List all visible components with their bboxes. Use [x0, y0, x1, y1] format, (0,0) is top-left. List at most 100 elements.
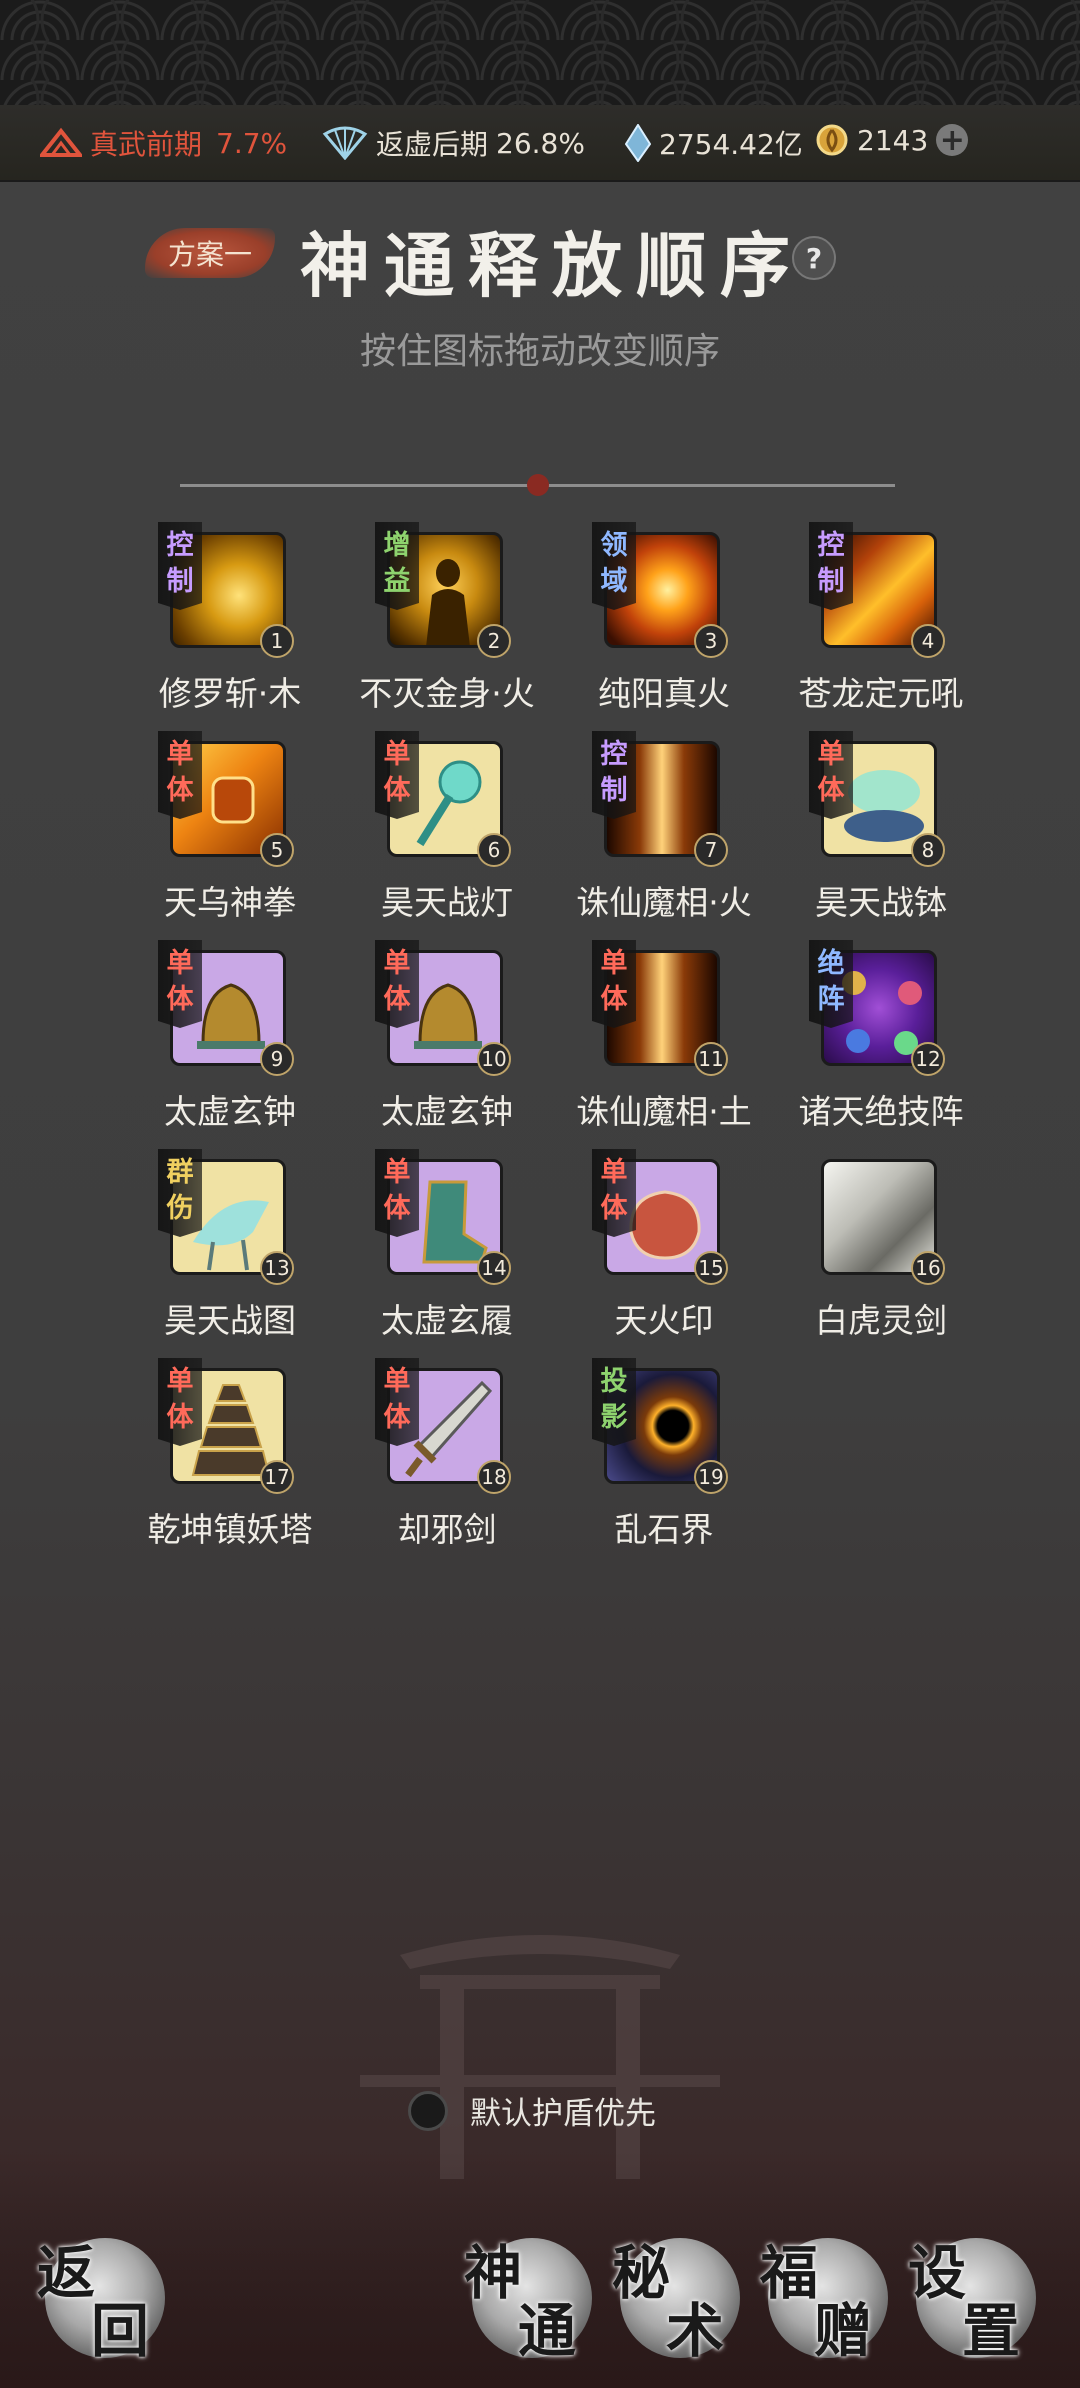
- skill-slot-11[interactable]: 单体 11 诛仙魔相·土: [554, 940, 754, 1140]
- spirit-stone-amount: 2754.42亿: [659, 128, 803, 161]
- skill-slot-1[interactable]: 控制 1 修罗斩·木: [120, 522, 320, 722]
- skill-type-tag: 单体: [158, 940, 202, 1028]
- skill-name: 却邪剑: [397, 1510, 497, 1549]
- skill-type-tag: 绝阵: [809, 940, 853, 1028]
- skill-type-tag: 控制: [809, 522, 853, 610]
- skill-slot-19[interactable]: 投影 19 乱石界: [554, 1358, 754, 1558]
- skill-order-badge: 19: [694, 1460, 728, 1494]
- skill-order-badge: 11: [694, 1042, 728, 1076]
- skill-order-badge: 14: [477, 1251, 511, 1285]
- skill-type-tag: 单体: [158, 731, 202, 819]
- skill-name: 太虚玄钟: [381, 1092, 513, 1131]
- skill-type-tag: 单体: [375, 731, 419, 819]
- skill-order-badge: 17: [260, 1460, 294, 1494]
- skill-slot-18[interactable]: 单体 18 却邪剑: [337, 1358, 537, 1558]
- settings-button[interactable]: 设 置: [908, 2238, 1036, 2365]
- back-button[interactable]: 返 回: [37, 2238, 165, 2365]
- skill-name: 修罗斩·木: [158, 674, 302, 713]
- skill-name: 乾坤镇妖塔: [147, 1510, 313, 1549]
- skill-slot-5[interactable]: 单体 5 天乌神拳: [120, 731, 320, 931]
- page-title: 神通释放顺序: [300, 224, 804, 307]
- instruction-text: 按住图标拖动改变顺序: [359, 331, 720, 372]
- gold-coin-icon: [816, 124, 848, 156]
- skill-type-tag: 单体: [375, 1358, 419, 1446]
- skill-name: 昊天战图: [164, 1301, 296, 1340]
- skill-type-tag: 领域: [592, 522, 636, 610]
- skill-type-tag: 单体: [375, 1149, 419, 1237]
- skill-name: 诸天绝技阵: [798, 1092, 964, 1131]
- skill-slot-3[interactable]: 领域 3 纯阳真火: [554, 522, 754, 722]
- skill-name: 太虚玄钟: [164, 1092, 296, 1131]
- skill-order-badge: 1: [260, 624, 294, 658]
- skill-type-tag: 单体: [375, 940, 419, 1028]
- skill-order-badge: 12: [911, 1042, 945, 1076]
- skill-slot-13[interactable]: 群伤 13 昊天战图: [120, 1149, 320, 1349]
- crystal-icon: [625, 124, 651, 162]
- skill-type-tag: 增益: [375, 522, 419, 610]
- realm2-progress: 26.8%: [496, 126, 585, 160]
- skill-name: 纯阳真火: [598, 674, 730, 713]
- skill-order-badge: 7: [694, 833, 728, 867]
- skill-slot-10[interactable]: 单体 10 太虚玄钟: [337, 940, 537, 1140]
- add-currency-button[interactable]: +: [936, 123, 969, 158]
- fuzeng-char-2: 赠: [814, 2297, 873, 2365]
- skill-order-badge: 13: [260, 1251, 294, 1285]
- skill-name: 苍龙定元吼: [798, 674, 964, 713]
- skill-slot-12[interactable]: 绝阵 12 诸天绝技阵: [771, 940, 971, 1140]
- skill-slot-17[interactable]: 单体 17 乾坤镇妖塔: [120, 1358, 320, 1558]
- mishu-char-2: 术: [666, 2297, 725, 2365]
- skill-type-tag: 控制: [592, 731, 636, 819]
- skill-slot-9[interactable]: 单体 9 太虚玄钟: [120, 940, 320, 1140]
- skill-order-badge: 9: [260, 1042, 294, 1076]
- shield-priority-label: 默认护盾优先: [470, 2096, 656, 2132]
- settings-char-2: 置: [962, 2297, 1021, 2365]
- skill-slot-4[interactable]: 控制 4 苍龙定元吼: [771, 522, 971, 722]
- shield-priority-radio[interactable]: [408, 2090, 448, 2131]
- skill-name: 天火印: [614, 1301, 714, 1340]
- realm-stat-1: 真武前期 7.7%: [40, 123, 287, 163]
- skill-slot-16[interactable]: 16 白虎灵剑: [771, 1149, 971, 1349]
- skill-slot-2[interactable]: 增益 2 不灭金身·火: [337, 522, 537, 722]
- shentong-button[interactable]: 神 通: [464, 2238, 592, 2365]
- gold-stat: 2143 +: [815, 123, 969, 158]
- shentong-char-2: 通: [518, 2297, 577, 2365]
- back-char-2: 回: [91, 2297, 150, 2365]
- mishu-char-1: 秘: [612, 2239, 671, 2307]
- skill-name: 白虎灵剑: [815, 1301, 947, 1340]
- spirit-stone-stat: 2754.42亿: [625, 123, 803, 163]
- skill-order-badge: 5: [260, 833, 294, 867]
- skill-order-badge: 16: [911, 1251, 945, 1285]
- realm1-progress: 7.7%: [216, 126, 288, 160]
- skill-type-tag: 控制: [158, 522, 202, 610]
- skill-order-badge: 4: [911, 624, 945, 658]
- skill-type-tag: 单体: [158, 1358, 202, 1446]
- skill-slot-6[interactable]: 单体 6 昊天战灯: [337, 731, 537, 931]
- fan-icon: [322, 126, 368, 160]
- skill-name: 不灭金身·火: [359, 674, 535, 713]
- realm-stat-2: 返虚后期 26.8%: [322, 123, 585, 163]
- skill-name: 诛仙魔相·火: [576, 883, 752, 922]
- fuzeng-char-1: 福: [760, 2239, 819, 2307]
- back-char-1: 返: [37, 2239, 96, 2307]
- fuzeng-button[interactable]: 福 赠: [760, 2238, 888, 2365]
- skill-name: 天乌神拳: [164, 883, 296, 922]
- skill-order-badge: 2: [477, 624, 511, 658]
- divider-ornament: [527, 474, 549, 496]
- skill-order-badge: 18: [477, 1460, 511, 1494]
- shentong-char-1: 神: [464, 2239, 523, 2307]
- shield-priority-option[interactable]: 默认护盾优先: [408, 2088, 656, 2133]
- skill-name: 昊天战灯: [381, 883, 513, 922]
- mishu-button[interactable]: 秘 术: [612, 2238, 740, 2365]
- skill-type-tag: 单体: [592, 1149, 636, 1237]
- skill-slot-15[interactable]: 单体 15 天火印: [554, 1149, 754, 1349]
- help-button[interactable]: ?: [792, 236, 836, 280]
- skill-slot-8[interactable]: 单体 8 昊天战钵: [771, 731, 971, 931]
- settings-char-1: 设: [908, 2239, 967, 2307]
- plan-selector[interactable]: 方案一: [145, 228, 275, 278]
- skill-type-tag: 单体: [809, 731, 853, 819]
- skill-order-badge: 3: [694, 624, 728, 658]
- gold-amount: 2143: [857, 123, 929, 157]
- skill-name: 太虚玄履: [381, 1301, 513, 1340]
- skill-slot-14[interactable]: 单体 14 太虚玄履: [337, 1149, 537, 1349]
- skill-slot-7[interactable]: 控制 7 诛仙魔相·火: [554, 731, 754, 931]
